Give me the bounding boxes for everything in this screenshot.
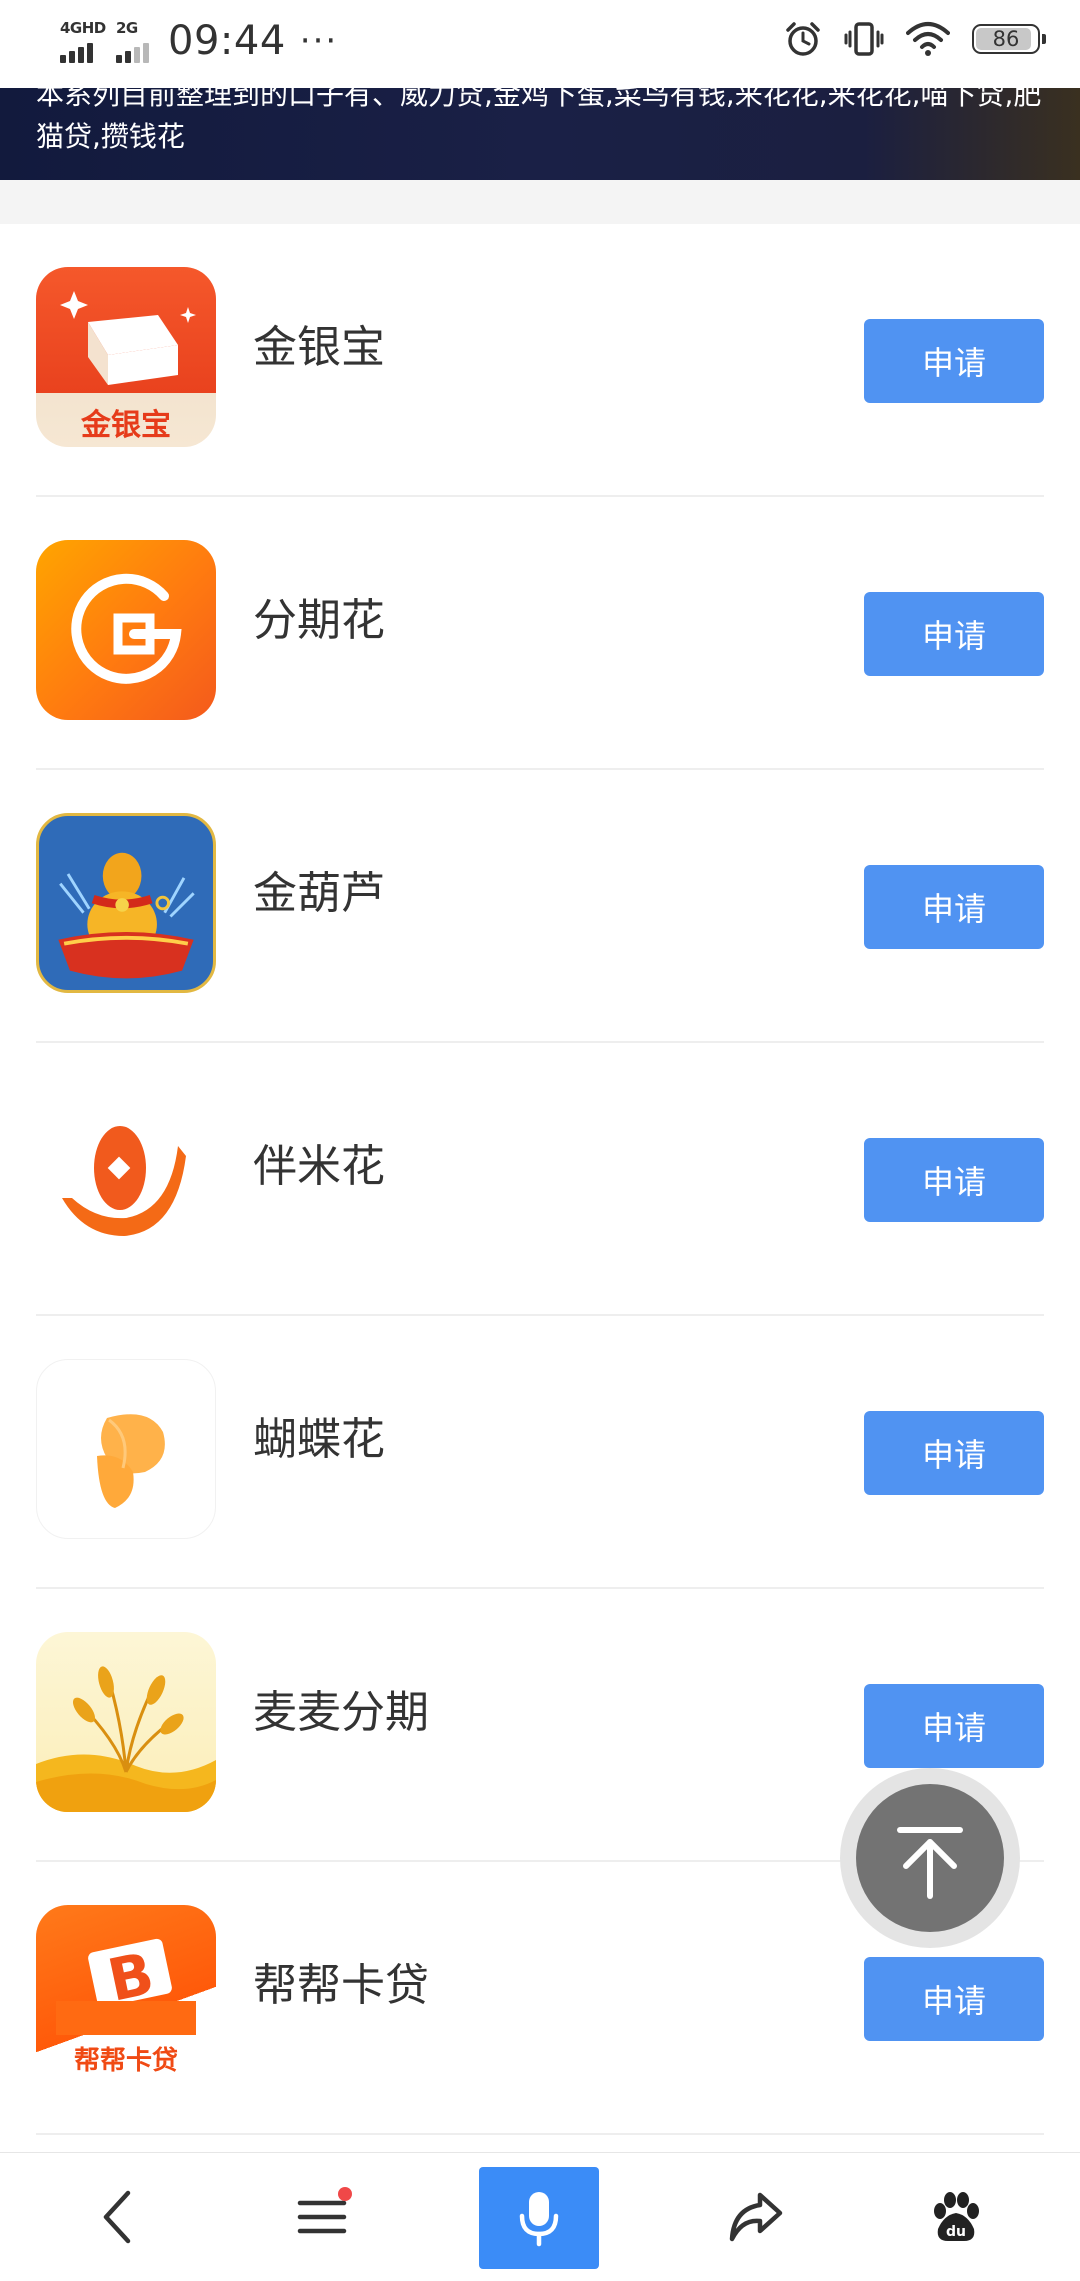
- list-item: 金银宝 金银宝 申请: [0, 224, 1080, 497]
- apply-button[interactable]: 申请: [864, 1684, 1044, 1768]
- baidu-home-button[interactable]: du: [916, 2153, 996, 2281]
- notification-dot: [338, 2187, 352, 2201]
- battery-icon: 86: [972, 24, 1046, 54]
- voice-search-button[interactable]: [479, 2167, 599, 2269]
- back-button[interactable]: [78, 2153, 158, 2281]
- wifi-icon: [906, 22, 950, 56]
- app-name: 金葫芦: [253, 868, 385, 919]
- share-icon: [729, 2192, 783, 2242]
- butterfly-icon: [36, 1359, 216, 1539]
- vibrate-icon: [844, 22, 884, 56]
- apply-button[interactable]: 申请: [864, 1138, 1044, 1222]
- battery-level: 86: [992, 27, 1020, 51]
- back-to-top-button[interactable]: [840, 1768, 1020, 1948]
- gold-ingot-icon: 金银宝: [36, 267, 216, 447]
- baidu-label: du: [946, 2224, 966, 2240]
- apply-button[interactable]: 申请: [864, 592, 1044, 676]
- apply-button[interactable]: 申请: [864, 1957, 1044, 2041]
- b-card-icon: B 帮帮卡贷: [36, 1905, 216, 2085]
- list-item: 分期花 申请: [0, 497, 1080, 770]
- gourd-icon: [36, 813, 216, 993]
- arrow-up-icon: [897, 1827, 963, 1899]
- app-name: 帮帮卡贷: [253, 1960, 429, 2011]
- signal-4g-icon: 4GHD: [58, 19, 106, 63]
- apply-button[interactable]: 申请: [864, 1411, 1044, 1495]
- signal-2g-icon: 2G: [114, 19, 154, 63]
- share-button[interactable]: [716, 2153, 796, 2281]
- app-name: 蝴蝶花: [253, 1414, 385, 1465]
- status-bar: 4GHD 2G 09:44 ··· 86: [0, 0, 1080, 88]
- microphone-icon: [519, 2192, 559, 2247]
- apply-button[interactable]: 申请: [864, 319, 1044, 403]
- more-notifications-icon: ···: [299, 21, 339, 61]
- app-name: 金银宝: [253, 322, 385, 373]
- apply-button[interactable]: 申请: [864, 865, 1044, 949]
- menu-button[interactable]: [282, 2153, 362, 2281]
- rice-hand-icon: [36, 1086, 216, 1266]
- bottom-nav: du: [0, 2152, 1080, 2281]
- list-item: 蝴蝶花 申请: [0, 1316, 1080, 1589]
- wheat-icon: [36, 1632, 216, 1812]
- divider: [36, 2133, 1044, 2135]
- g-ring-icon: [36, 540, 216, 720]
- icon-label: 金银宝: [80, 408, 171, 443]
- icon-label: 帮帮卡贷: [74, 2045, 178, 2076]
- baidu-paw-icon: du: [934, 2192, 979, 2241]
- back-icon: [103, 2190, 131, 2244]
- banner-text: 本系列目前整理到的口子有、威力贷,金鸡下蛋,菜鸟有钱,来花花,来花花,喵下贷,肥…: [36, 88, 1042, 153]
- list-item: 伴米花 申请: [0, 1043, 1080, 1316]
- app-name: 伴米花: [253, 1141, 385, 1192]
- app-name: 麦麦分期: [253, 1687, 429, 1738]
- list-item: 金葫芦 申请: [0, 770, 1080, 1043]
- clock: 09:44: [168, 18, 286, 64]
- section-gap: [0, 180, 1080, 224]
- alarm-icon: [786, 22, 820, 56]
- article-banner: 本系列目前整理到的口子有、威力贷,金鸡下蛋,菜鸟有钱,来花花,来花花,喵下贷,肥…: [0, 88, 1080, 180]
- app-name: 分期花: [253, 595, 385, 646]
